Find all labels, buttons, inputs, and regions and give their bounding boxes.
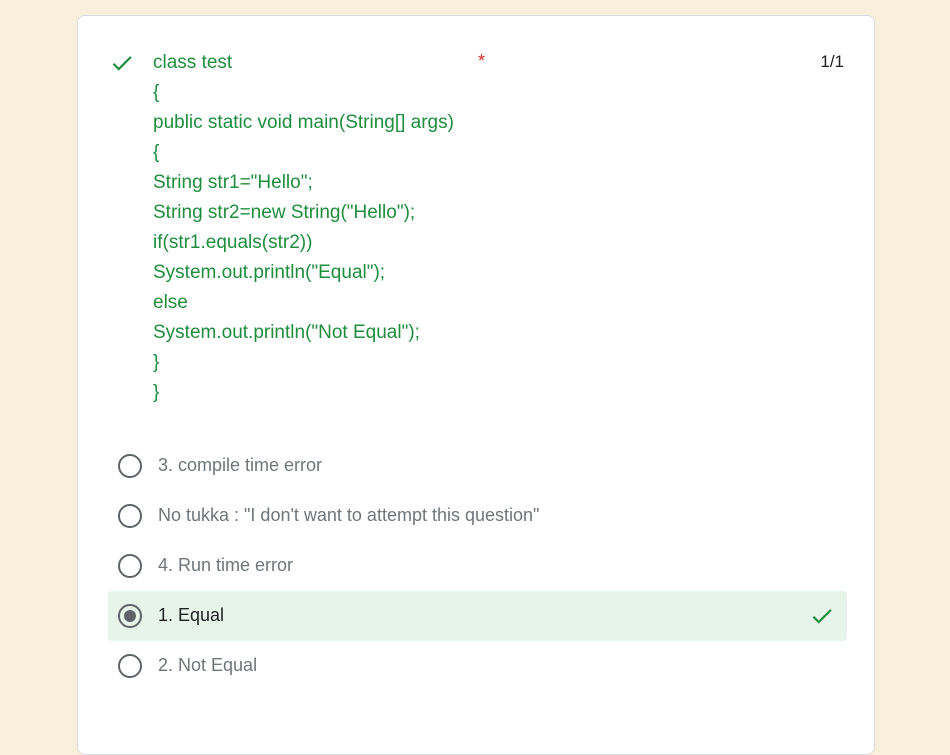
radio-button[interactable] xyxy=(118,454,142,478)
option-no-tukka[interactable]: No tukka : "I don't want to attempt this… xyxy=(108,491,847,541)
question-line: System.out.println("Not Equal"); xyxy=(153,322,420,343)
question-line: public static void main(String[] args) xyxy=(153,112,454,133)
question-line: String str2=new String("Hello"); xyxy=(153,202,416,223)
question-line: { xyxy=(153,82,160,103)
required-marker: * xyxy=(478,51,486,71)
answer-options: 3. compile time error No tukka : "I don'… xyxy=(108,441,847,691)
radio-button[interactable] xyxy=(118,554,142,578)
option-label: 1. Equal xyxy=(158,605,225,625)
question-card: class test { public static void main(Str… xyxy=(77,15,875,755)
question-line: else xyxy=(153,292,188,313)
check-icon xyxy=(112,56,132,71)
question-line: System.out.println("Equal"); xyxy=(153,262,386,283)
question-line: String str1="Hello"; xyxy=(153,172,313,193)
question-line: } xyxy=(153,382,160,403)
question-text: class test { public static void main(Str… xyxy=(153,48,483,408)
question-line: class test xyxy=(153,52,233,73)
option-equal[interactable]: 1. Equal xyxy=(108,591,847,641)
option-not-equal[interactable]: 2. Not Equal xyxy=(108,641,847,691)
option-label: 2. Not Equal xyxy=(158,655,258,675)
question-score: 1/1 xyxy=(820,52,844,71)
check-icon xyxy=(812,609,832,624)
option-compile-time-error[interactable]: 3. compile time error xyxy=(108,441,847,491)
option-label: 4. Run time error xyxy=(158,555,294,575)
question-line: if(str1.equals(str2)) xyxy=(153,232,313,253)
option-run-time-error[interactable]: 4. Run time error xyxy=(108,541,847,591)
question-line: } xyxy=(153,352,160,373)
radio-button-selected[interactable] xyxy=(118,604,142,628)
radio-button[interactable] xyxy=(118,654,142,678)
option-label: No tukka : "I don't want to attempt this… xyxy=(158,505,540,525)
radio-button[interactable] xyxy=(118,504,142,528)
question-line: { xyxy=(153,142,160,163)
option-label: 3. compile time error xyxy=(158,455,323,475)
